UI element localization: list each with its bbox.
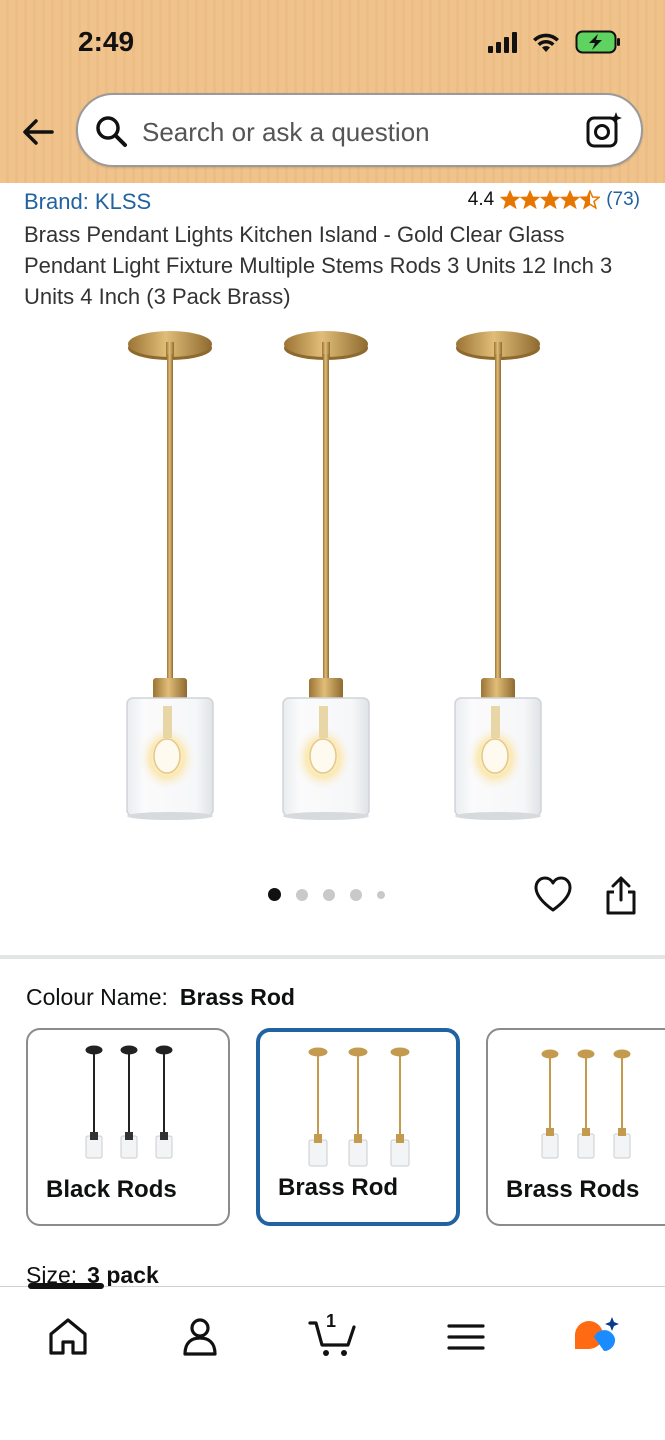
image-carousel-dots[interactable] (268, 888, 385, 901)
product-image[interactable] (100, 318, 580, 828)
wifi-icon (531, 30, 561, 54)
camera-lens-icon[interactable] (585, 111, 623, 149)
colour-name-label: Colour Name: Brass Rod (26, 984, 295, 1011)
search-icon (96, 116, 127, 147)
variant-label: Brass Rods (506, 1176, 640, 1203)
active-tab-indicator (28, 1283, 104, 1289)
account-icon[interactable] (178, 1315, 222, 1359)
carousel-dot[interactable] (268, 888, 281, 901)
rating-summary[interactable]: 4.4 (73) (468, 189, 640, 211)
status-time: 2:49 (78, 26, 135, 57)
search-placeholder: Search or ask a question (142, 117, 430, 147)
variant-thumbnail (85, 1045, 173, 1159)
variant-thumbnail (541, 1049, 631, 1159)
heart-icon[interactable] (534, 876, 572, 914)
cart-count-badge: 1 (326, 1311, 337, 1331)
share-icon[interactable] (604, 876, 638, 916)
variant-brass-rods[interactable]: Brass Rods (486, 1028, 665, 1226)
home-icon[interactable] (46, 1315, 90, 1359)
colour-label-text: Colour Name: (26, 984, 168, 1010)
cellular-signal-icon (488, 31, 517, 53)
brand-link[interactable]: Brand: KLSS (24, 189, 151, 215)
rating-value: 4.4 (467, 189, 495, 210)
battery-charging-icon (575, 30, 621, 54)
status-icons (488, 30, 621, 54)
variant-label: Black Rods (46, 1176, 177, 1203)
carousel-dot[interactable] (323, 888, 335, 901)
variant-black-rods[interactable]: Black Rods (26, 1028, 230, 1226)
carousel-dot[interactable] (377, 890, 385, 899)
variant-label: Brass Rod (278, 1174, 399, 1201)
variant-thumbnail (308, 1047, 410, 1167)
carousel-dot[interactable] (296, 888, 308, 901)
variant-brass-rod[interactable]: Brass Rod (256, 1028, 460, 1226)
colour-selected-value: Brass Rod (179, 984, 295, 1010)
product-title: Brass Pendant Lights Kitchen Island - Go… (24, 222, 613, 309)
carousel-dot[interactable] (350, 888, 362, 901)
cart-button[interactable]: 1 (308, 1311, 358, 1359)
rufus-icon[interactable] (572, 1315, 622, 1359)
section-divider (0, 955, 665, 959)
search-input[interactable]: Search or ask a question (76, 93, 643, 167)
menu-icon[interactable] (444, 1315, 488, 1359)
header: 2:49 Search or ask a question (0, 0, 665, 183)
rating-count: (73) (606, 189, 640, 210)
star-rating-icon (500, 190, 600, 210)
back-arrow-icon[interactable] (18, 112, 58, 152)
bottom-nav: 1 (0, 1283, 665, 1440)
